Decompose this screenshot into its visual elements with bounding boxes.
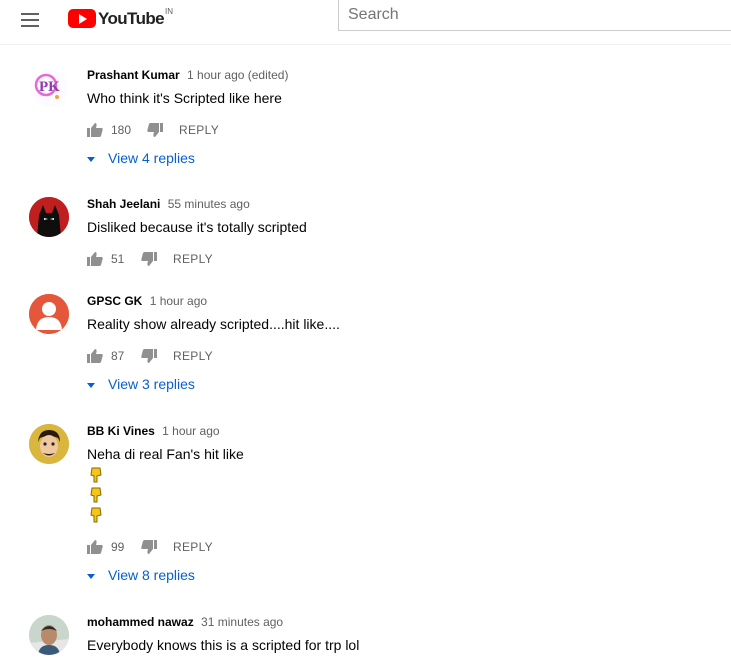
logo-text: YouTube (98, 8, 165, 28)
thumbs-up-icon[interactable] (87, 123, 103, 137)
like-count: 180 (111, 123, 132, 137)
thumbs-down-icon[interactable] (147, 123, 164, 137)
comment-actions: 99 REPLY (87, 539, 213, 555)
pointing-down-emoji-icon (90, 487, 102, 503)
reply-button[interactable]: REPLY (173, 252, 213, 266)
like-count: 87 (111, 349, 125, 363)
default-person-avatar-icon (29, 294, 69, 334)
reply-button[interactable]: REPLY (179, 123, 219, 137)
view-replies-label: View 8 replies (108, 567, 195, 583)
caret-down-icon (87, 573, 95, 579)
view-replies-label: View 3 replies (108, 376, 195, 392)
thumbs-up-icon[interactable] (87, 349, 103, 363)
pk-logo-avatar-icon: PK (30, 69, 68, 107)
comment-author[interactable]: Prashant Kumar (87, 68, 180, 82)
avatar[interactable] (29, 424, 69, 464)
avatar[interactable] (29, 615, 69, 655)
play-icon (68, 9, 96, 28)
reply-button[interactable]: REPLY (173, 540, 213, 554)
view-replies-button[interactable]: View 8 replies (87, 567, 195, 583)
search-input[interactable] (339, 0, 718, 29)
comment-author[interactable]: mohammed nawaz (87, 615, 194, 629)
batman-avatar-icon (29, 197, 69, 237)
avatar[interactable] (29, 294, 69, 334)
comment-author[interactable]: Shah Jeelani (87, 197, 160, 211)
masthead: YouTube IN (0, 0, 731, 45)
svg-text:PK: PK (39, 79, 60, 95)
comment-actions: 87 REPLY (87, 348, 213, 364)
caret-down-icon (87, 156, 95, 162)
comment-actions: 180 REPLY (87, 122, 219, 138)
comment-author[interactable]: GPSC GK (87, 294, 142, 308)
photo-avatar-icon (29, 615, 69, 655)
comment-text: Disliked because it's totally scripted (87, 219, 307, 235)
thumbs-up-icon[interactable] (87, 252, 103, 266)
comment-text: Reality show already scripted....hit lik… (87, 316, 340, 332)
thumbs-down-icon[interactable] (141, 349, 157, 363)
search-box (338, 0, 731, 31)
comment-text: Neha di real Fan's hit like (87, 446, 244, 462)
comment-time[interactable]: 1 hour ago (150, 294, 207, 308)
pointing-down-emoji-icon (90, 507, 102, 523)
pointing-down-emoji-icon (90, 467, 102, 483)
caret-down-icon (87, 382, 95, 388)
comment-author[interactable]: BB Ki Vines (87, 424, 155, 438)
comment-time[interactable]: 1 hour ago (edited) (187, 68, 288, 82)
hamburger-menu-icon[interactable] (19, 9, 43, 33)
thumbs-up-icon[interactable] (87, 540, 103, 554)
reply-button[interactable]: REPLY (173, 349, 213, 363)
comment-time[interactable]: 31 minutes ago (201, 615, 283, 629)
avatar[interactable] (29, 197, 69, 237)
like-count: 99 (111, 540, 125, 554)
thumbs-down-icon[interactable] (141, 252, 157, 266)
avatar[interactable]: PK (29, 68, 69, 108)
comment-actions: 51 REPLY (87, 251, 213, 267)
comment-time[interactable]: 1 hour ago (162, 424, 219, 438)
view-replies-label: View 4 replies (108, 150, 195, 166)
view-replies-button[interactable]: View 3 replies (87, 376, 195, 392)
like-count: 51 (111, 252, 125, 266)
comment-text: Who think it's Scripted like here (87, 90, 282, 106)
view-replies-button[interactable]: View 4 replies (87, 150, 195, 166)
comment-text: Everybody knows this is a scripted for t… (87, 637, 360, 653)
youtube-logo[interactable]: YouTube IN (68, 6, 173, 28)
thumbs-down-icon[interactable] (141, 540, 157, 554)
comment-time[interactable]: 55 minutes ago (168, 197, 250, 211)
logo-country-code: IN (165, 6, 173, 16)
cartoon-face-avatar-icon (29, 424, 69, 464)
